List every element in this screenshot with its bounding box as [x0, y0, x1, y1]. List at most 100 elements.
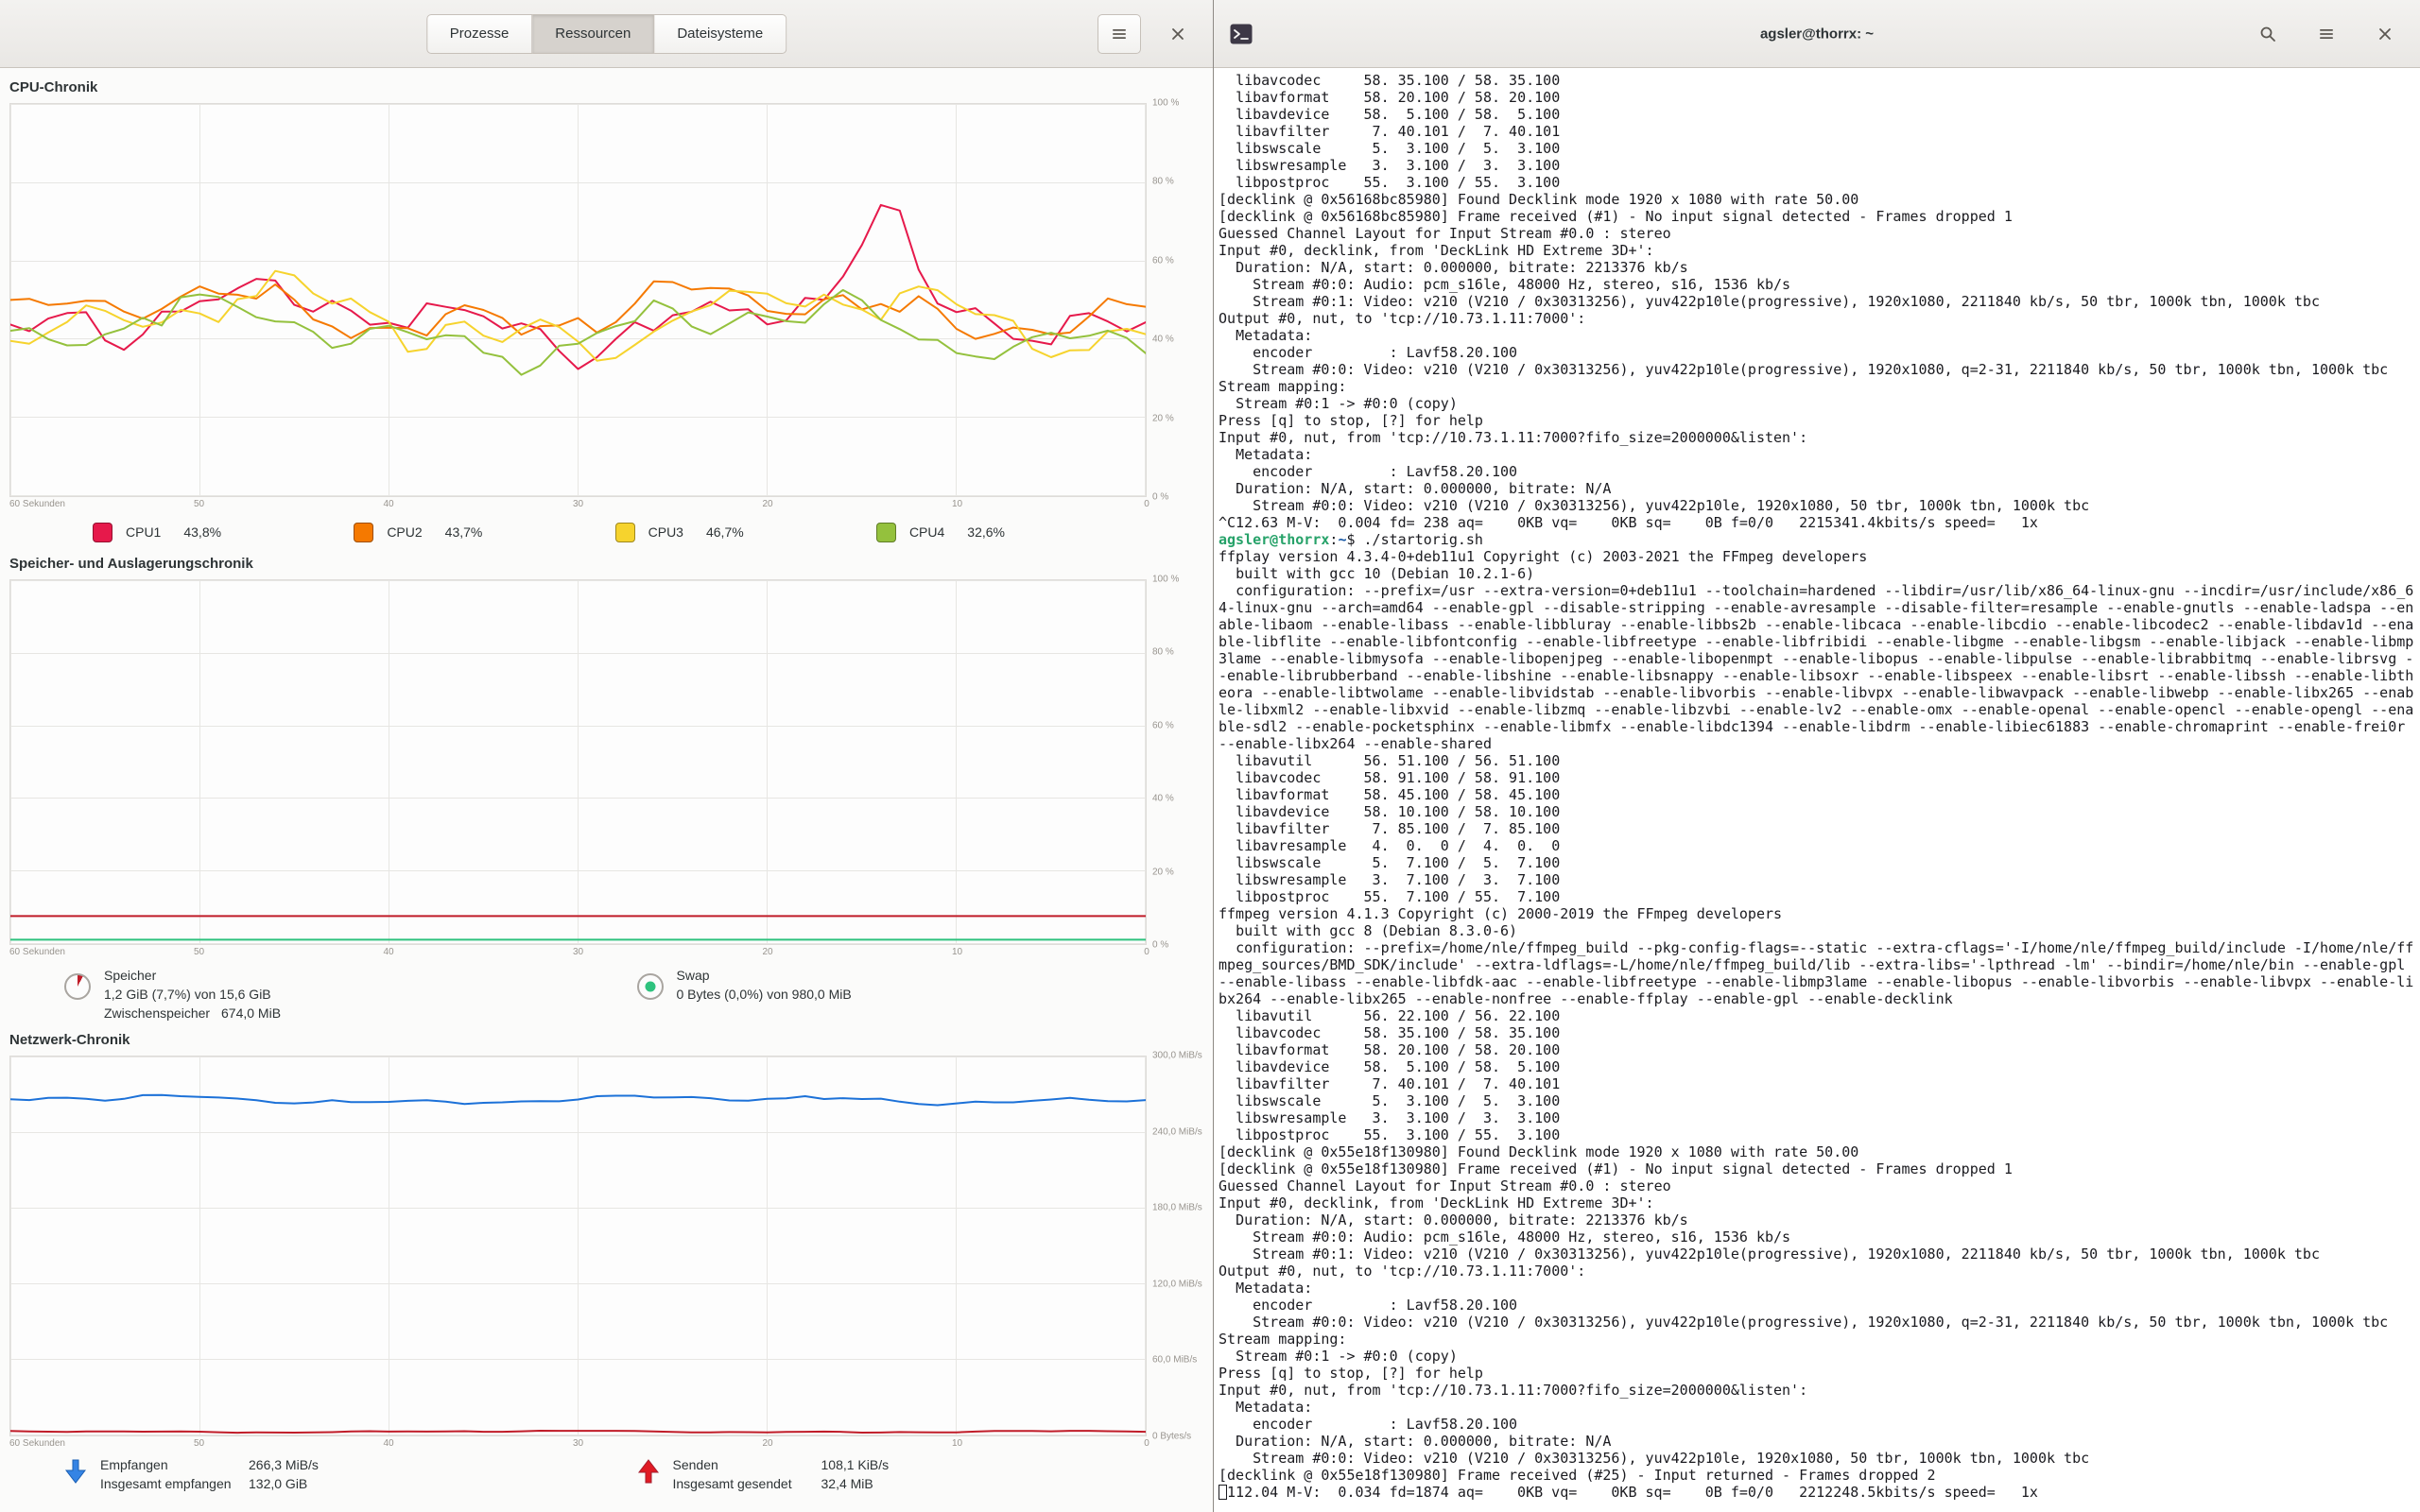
terminal-title: agsler@thorrx: ~: [1760, 26, 1874, 42]
close-icon: [2377, 26, 2393, 42]
y-axis-label: 0 %: [1152, 492, 1168, 503]
cpu-chart-plot: [9, 103, 1147, 497]
y-axis-label: 40 %: [1152, 335, 1174, 345]
cpu-legend-item: CPU346,7%: [615, 523, 744, 542]
x-axis-label: 50: [194, 1438, 204, 1449]
memory-section: Speicher- und Auslagerungschronik 100 %8…: [9, 552, 1209, 1028]
cpu-value: 46,7%: [706, 524, 744, 540]
x-axis-label: 30: [573, 499, 583, 509]
y-axis-label: 300,0 MiB/s: [1152, 1051, 1202, 1061]
view-switcher: ProzesseRessourcenDateisysteme: [426, 14, 786, 54]
cpu-legend-item: CPU243,7%: [354, 523, 482, 542]
terminal-menu-button[interactable]: [2305, 14, 2348, 54]
hamburger-icon: [2318, 26, 2335, 43]
x-axis-label: 0: [1144, 1438, 1150, 1449]
network-section: Netzwerk-Chronik 300,0 MiB/s240,0 MiB/s1…: [9, 1028, 1209, 1504]
cpu-value: 43,8%: [183, 524, 221, 540]
terminal-headerbar: agsler@thorrx: ~: [1214, 0, 2420, 68]
receive-value: 266,3 MiB/s: [249, 1455, 319, 1474]
cpu-legend-item: CPU1 43,8%: [93, 523, 221, 542]
y-axis-label: 100 %: [1152, 575, 1179, 585]
send-value: 108,1 KiB/s: [821, 1455, 890, 1474]
swap-legend-item: Swap 0 Bytes (0,0%) von 980,0 MiB: [637, 966, 1210, 1004]
y-axis-label: 0 %: [1152, 940, 1168, 951]
terminal-cursor: [1219, 1485, 1227, 1500]
x-axis-label: 10: [952, 499, 962, 509]
network-section-title: Netzwerk-Chronik: [9, 1028, 1209, 1056]
cpu-value: 43,7%: [445, 524, 483, 540]
prompt-path: ~: [1338, 531, 1346, 548]
x-axis-label: 30: [573, 947, 583, 957]
cpu-label: CPU4: [909, 524, 944, 540]
terminal-output[interactable]: libavcodec 58. 35.100 / 58. 35.100 libav…: [1214, 68, 2413, 1512]
y-axis-label: 100 %: [1152, 98, 1179, 109]
tab-dateisysteme[interactable]: Dateisysteme: [654, 14, 786, 54]
receive-total-value: 132,0 GiB: [249, 1474, 319, 1493]
network-x-axis: 60 Sekunden50403020100: [9, 1436, 1147, 1452]
y-axis-label: 80 %: [1152, 177, 1174, 187]
memory-legend-item: Speicher 1,2 GiB (7,7%) von 15,6 GiB Zwi…: [64, 966, 637, 1022]
tab-prozesse[interactable]: Prozesse: [426, 14, 533, 54]
network-legend: Empfangen 266,3 MiB/s Insgesamt empfange…: [9, 1452, 1209, 1504]
x-axis-label: 50: [194, 947, 204, 957]
cpu-section: CPU-Chronik 100 %80 %60 %40 %20 %0 % 60 …: [9, 76, 1209, 552]
memory-y-axis: 100 %80 %60 %40 %20 %0 %: [1147, 579, 1209, 945]
memory-chart: [10, 580, 1146, 944]
hamburger-icon: [1111, 26, 1128, 43]
tab-ressourcen[interactable]: Ressourcen: [532, 14, 654, 54]
network-send-legend-item: Senden 108,1 KiB/s Insgesamt gesendet 32…: [637, 1455, 1210, 1493]
memory-cache-value: 674,0 MiB: [221, 1005, 281, 1021]
y-axis-label: 60 %: [1152, 720, 1174, 730]
x-axis-label: 60 Sekunden: [9, 1438, 65, 1449]
cpu-label: CPU1: [126, 524, 161, 540]
y-axis-label: 60,0 MiB/s: [1152, 1355, 1197, 1366]
x-axis-label: 40: [383, 947, 393, 957]
memory-chart-plot: [9, 579, 1147, 945]
y-axis-label: 60 %: [1152, 255, 1174, 266]
cpu-legend: CPU1 43,8% CPU243,7% CPU346,7% CPU4 32,6%: [9, 512, 1147, 552]
primary-menu-button[interactable]: [1098, 14, 1141, 54]
x-axis-label: 20: [762, 499, 772, 509]
y-axis-label: 20 %: [1152, 867, 1174, 877]
cpu-color-swatch[interactable]: [93, 523, 112, 542]
x-axis-label: 30: [573, 1438, 583, 1449]
terminal-close-button[interactable]: [2363, 14, 2407, 54]
memory-label: Speicher: [104, 966, 281, 985]
y-axis-label: 40 %: [1152, 794, 1174, 804]
memory-cache-label: Zwischenspeicher: [104, 1004, 221, 1022]
cpu-color-swatch[interactable]: [876, 523, 896, 542]
system-monitor-window: ProzesseRessourcenDateisysteme: [0, 0, 1213, 1512]
terminal-window: agsler@thorrx: ~: [1213, 0, 2420, 1512]
search-icon: [2259, 26, 2276, 43]
network-chart: [10, 1057, 1146, 1435]
cpu-x-axis: 60 Sekunden50403020100: [9, 497, 1147, 512]
cpu-color-swatch[interactable]: [615, 523, 635, 542]
y-axis-label: 120,0 MiB/s: [1152, 1279, 1202, 1289]
network-chart-plot: [9, 1056, 1147, 1436]
x-axis-label: 0: [1144, 947, 1150, 957]
memory-pie-icon: [64, 973, 91, 1000]
send-total-label: Insgesamt gesendet: [673, 1474, 821, 1493]
x-axis-label: 10: [952, 1438, 962, 1449]
send-arrow-up-icon: [637, 1459, 660, 1484]
x-axis-label: 10: [952, 947, 962, 957]
cpu-color-swatch[interactable]: [354, 523, 373, 542]
memory-usage: 1,2 GiB (7,7%) von 15,6 GiB: [104, 985, 281, 1004]
y-axis-label: 0 Bytes/s: [1152, 1432, 1191, 1442]
cpu-y-axis: 100 %80 %60 %40 %20 %0 %: [1147, 103, 1209, 497]
swap-usage: 0 Bytes (0,0%) von 980,0 MiB: [677, 985, 852, 1004]
cpu-value: 32,6%: [967, 524, 1005, 540]
terminal-search-button[interactable]: [2246, 14, 2290, 54]
send-label: Senden: [673, 1455, 821, 1474]
receive-arrow-down-icon: [64, 1459, 87, 1484]
swap-pie-icon: [637, 973, 664, 1000]
memory-cache-row: Zwischenspeicher674,0 MiB: [104, 1004, 281, 1022]
swap-pie-dot: [645, 982, 655, 992]
network-receive-legend-item: Empfangen 266,3 MiB/s Insgesamt empfange…: [64, 1455, 637, 1493]
cpu-chart: [10, 104, 1146, 496]
x-axis-label: 20: [762, 947, 772, 957]
window-close-button[interactable]: [1156, 14, 1200, 54]
terminal-app-icon: [1229, 22, 1253, 46]
x-axis-label: 50: [194, 499, 204, 509]
x-axis-label: 60 Sekunden: [9, 947, 65, 957]
